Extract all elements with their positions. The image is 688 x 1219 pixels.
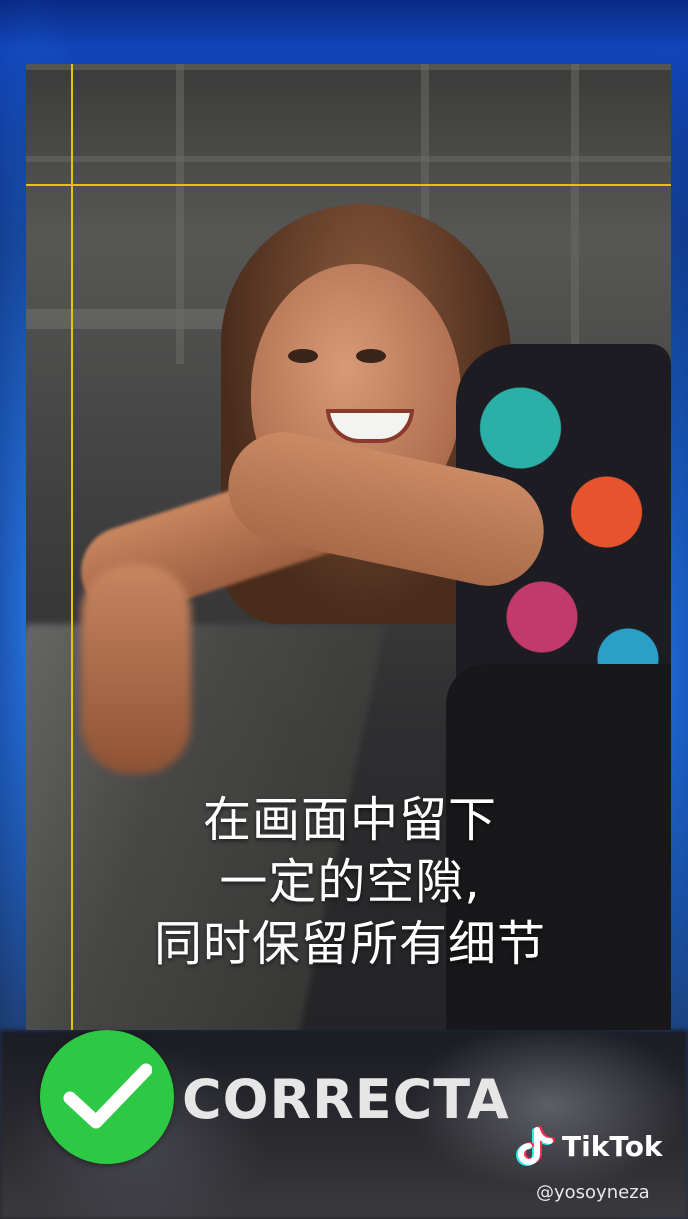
window-frame [26,156,671,162]
eye [356,349,386,363]
check-circle-icon [40,1030,174,1164]
verdict-label: CORRECTA [182,1068,510,1131]
creator-handle: @yosoyneza [536,1182,650,1203]
eye [288,349,318,363]
caption-line-3: 同时保留所有细节 [153,916,546,972]
railing-bar [26,309,236,329]
tiktok-note-icon [516,1126,555,1166]
hand [81,564,191,774]
tiktok-brand-label: TikTok [562,1130,663,1163]
horizontal-guide-line [26,184,671,186]
caption-line-2: 一定的空隙, [219,854,481,910]
window-frame [571,64,579,364]
caption-line-1: 在画面中留下 [202,792,497,848]
checkmark-icon [63,1063,152,1129]
